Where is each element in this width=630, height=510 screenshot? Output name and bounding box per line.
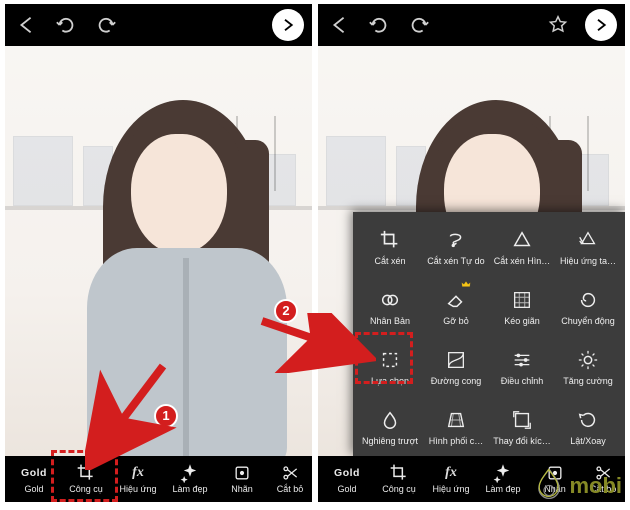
top-bar [5,4,312,46]
tool-enhance[interactable]: Tăng cường [555,338,621,396]
favorite-button[interactable] [545,12,571,38]
watermark: mobi [535,468,622,504]
toolbar-cutout[interactable]: Cắt bỏ [268,456,312,502]
tool-perspective[interactable]: Hình phối c… [423,398,489,456]
tools-panel: Cắt xén Cắt xén Tự do Cắt xén Hìn… Hiệu … [353,212,625,456]
tool-tiltshift[interactable]: Nghiêng trượt [357,398,423,456]
tool-motion[interactable]: Chuyển động [555,278,621,336]
toolbar-gold[interactable]: GoldGold [321,456,373,502]
tool-stretch[interactable]: Kéo giãn [489,278,555,336]
bottom-toolbar: GoldGold Công cụ fxHiệu ứng Làm đẹp Nhãn… [5,456,312,502]
top-bar [318,4,625,46]
tool-rotate[interactable]: Lật/Xoay [555,398,621,456]
photo-canvas[interactable] [5,46,312,456]
toolbar-beauty[interactable]: Làm đẹp [477,456,529,502]
apply-button[interactable] [272,9,304,41]
tool-adjust[interactable]: Điều chỉnh [489,338,555,396]
watermark-icon [535,468,563,504]
tool-selection[interactable]: Lựa chọn [357,338,423,396]
premium-crown-icon [459,279,473,289]
tool-clone[interactable]: Nhân Bản [357,278,423,336]
back-button[interactable] [326,12,352,38]
undo-button[interactable] [366,12,392,38]
toolbar-tools[interactable]: Công cụ [373,456,425,502]
back-button[interactable] [13,12,39,38]
tool-curves[interactable]: Đường cong [423,338,489,396]
redo-button[interactable] [406,12,432,38]
tool-remove[interactable]: Gỡ bỏ [423,278,489,336]
screen-right: Cắt xén Cắt xén Tự do Cắt xén Hìn… Hiệu … [318,4,625,502]
undo-button[interactable] [53,12,79,38]
tool-crop[interactable]: Cắt xén [357,218,423,276]
toolbar-gold[interactable]: GoldGold [8,456,60,502]
screen-left: GoldGold Công cụ fxHiệu ứng Làm đẹp Nhãn… [5,4,312,502]
apply-button[interactable] [585,9,617,41]
toolbar-beauty[interactable]: Làm đẹp [164,456,216,502]
tool-crop-shape[interactable]: Cắt xén Hìn… [489,218,555,276]
tool-resize[interactable]: Thay đổi kíc… [489,398,555,456]
toolbar-fx[interactable]: fxHiệu ứng [425,456,477,502]
tool-dispersion[interactable]: Hiệu ứng ta… [555,218,621,276]
toolbar-tools[interactable]: Công cụ [60,456,112,502]
redo-button[interactable] [93,12,119,38]
toolbar-fx[interactable]: fxHiệu ứng [112,456,164,502]
tool-crop-free[interactable]: Cắt xén Tự do [423,218,489,276]
toolbar-sticker[interactable]: Nhãn [216,456,268,502]
